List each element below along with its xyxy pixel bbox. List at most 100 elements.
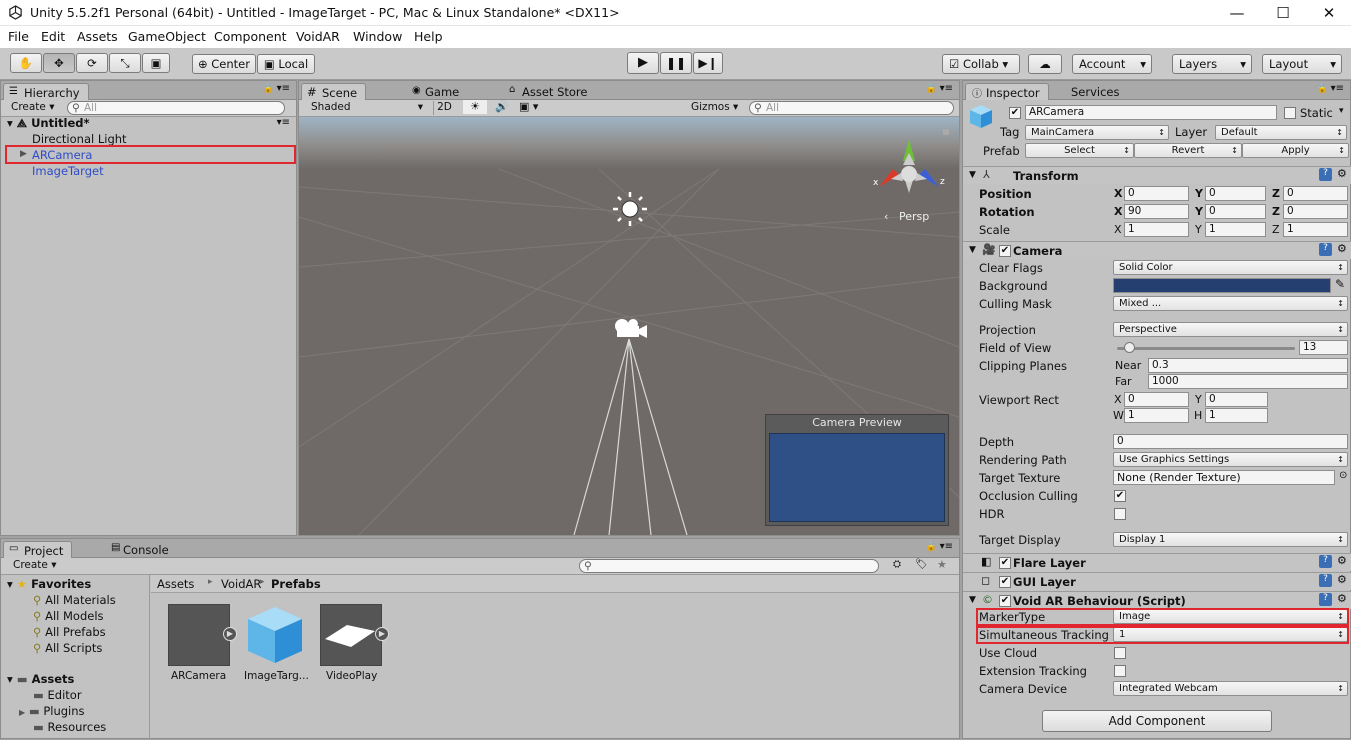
use-cloud-checkbox[interactable] [1114, 647, 1126, 659]
scale-z-input[interactable]: 1 [1283, 222, 1348, 237]
favorites-header[interactable]: ▾ ★ Favorites [7, 577, 91, 591]
position-y-input[interactable]: 0 [1205, 186, 1266, 201]
clear-flags-dropdown[interactable]: Solid Color [1113, 260, 1348, 275]
project-search-input[interactable]: ⚲ [579, 559, 879, 573]
voidar-enabled-checkbox[interactable]: ✔ [999, 595, 1011, 607]
favorite-item[interactable]: ⚲ All Models [33, 609, 104, 623]
hierarchy-search-input[interactable]: ⚲ All [67, 101, 285, 115]
background-color-swatch[interactable] [1113, 278, 1331, 293]
help-icon[interactable]: ? [1319, 574, 1332, 587]
scene-root[interactable]: ▾ ⟁ Untitled* [7, 116, 90, 131]
gear-icon[interactable]: ⚙ [1337, 242, 1347, 255]
gear-icon[interactable]: ⚙ [1337, 167, 1347, 180]
maximize-button[interactable]: ☐ [1260, 0, 1306, 26]
project-lock-icon[interactable]: 🔒 [926, 542, 937, 552]
position-x-input[interactable]: 0 [1124, 186, 1189, 201]
object-name-input[interactable]: ARCamera [1025, 105, 1277, 120]
scale-tool-icon[interactable]: ⤡ [109, 53, 141, 73]
transform-component-header[interactable]: ▼ ⅄ Transform ? ⚙ [963, 166, 1351, 184]
breadcrumb-assets[interactable]: Assets [157, 577, 194, 591]
gui-layer-header[interactable]: ◻ ✔ GUI Layer ? ⚙ [963, 572, 1351, 590]
scene-lock-icon[interactable]: 🔒 [926, 84, 937, 94]
pivot-center-button[interactable]: ⊕ Center [192, 54, 256, 74]
target-display-dropdown[interactable]: Display 1 [1113, 532, 1348, 547]
collab-dropdown[interactable]: ☑ Collab ▾ [942, 54, 1020, 74]
hierarchy-item-directional-light[interactable]: Directional Light [32, 132, 127, 146]
pivot-local-button[interactable]: ▣ Local [257, 54, 315, 74]
menu-edit[interactable]: Edit [41, 29, 65, 44]
gear-icon[interactable]: ⚙ [1337, 592, 1347, 605]
tab-inspector[interactable]: ⓘ Inspector [965, 83, 1049, 100]
favorite-item[interactable]: ⚲ All Scripts [33, 641, 102, 655]
viewport-y-input[interactable]: 0 [1205, 392, 1268, 407]
camera-device-dropdown[interactable]: Integrated Webcam [1113, 681, 1348, 696]
lighting-toggle-icon[interactable]: ☀ [463, 100, 487, 114]
filter-type-icon[interactable]: ⛭ [893, 559, 901, 570]
target-texture-field[interactable]: None (Render Texture) [1113, 470, 1335, 485]
tab-asset-store[interactable]: ⌂ Asset Store [502, 83, 596, 100]
favorite-item[interactable]: ⚲ All Prefabs [33, 625, 106, 639]
gui-layer-checkbox[interactable]: ✔ [999, 576, 1011, 588]
tab-hierarchy[interactable]: ☰ Hierarchy [3, 83, 89, 100]
play-button[interactable]: ▶ [627, 52, 659, 74]
flare-layer-checkbox[interactable]: ✔ [999, 557, 1011, 569]
scale-y-input[interactable]: 1 [1205, 222, 1266, 237]
scale-x-input[interactable]: 1 [1124, 222, 1189, 237]
gear-icon[interactable]: ⚙ [1337, 573, 1347, 586]
folder-item[interactable]: ▬ Resources [33, 720, 106, 734]
far-input[interactable]: 1000 [1148, 374, 1348, 389]
prefab-revert-button[interactable]: Revert [1134, 143, 1242, 158]
hierarchy-create-dropdown[interactable]: Create ▾ [11, 101, 55, 115]
help-icon[interactable]: ? [1319, 243, 1332, 256]
minimize-button[interactable]: — [1214, 0, 1260, 26]
cloud-icon[interactable]: ☁ [1028, 54, 1062, 74]
filter-label-icon[interactable]: 🏷 [915, 559, 928, 570]
camera-enabled-checkbox[interactable]: ✔ [999, 245, 1011, 257]
audio-toggle-icon[interactable]: 🔊 [491, 100, 513, 114]
gizmos-dropdown[interactable]: Gizmos ▾ [691, 101, 738, 115]
scene-menu-icon[interactable]: ▾≡ [277, 117, 290, 128]
menu-component[interactable]: Component [214, 29, 287, 44]
account-dropdown[interactable]: Account ▾ [1072, 54, 1152, 74]
tag-dropdown[interactable]: MainCamera [1025, 125, 1169, 140]
viewport-x-input[interactable]: 0 [1124, 392, 1189, 407]
rect-tool-icon[interactable]: ▣ [142, 53, 170, 73]
layers-dropdown[interactable]: Layers ▾ [1172, 54, 1252, 74]
tab-game[interactable]: ◉ Game [405, 83, 467, 100]
scene-search-input[interactable]: ⚲ All [749, 101, 954, 115]
help-icon[interactable]: ? [1319, 593, 1332, 606]
step-button[interactable]: ▶❙ [693, 52, 723, 74]
breadcrumb-prefabs[interactable]: Prefabs [271, 577, 321, 591]
camera-component-header[interactable]: ▼ 🎥 ✔ Camera ? ⚙ [963, 241, 1351, 259]
occlusion-culling-checkbox[interactable]: ✔ [1114, 490, 1126, 502]
fov-input[interactable]: 13 [1299, 340, 1348, 355]
menu-window[interactable]: Window [353, 29, 402, 44]
prefab-thumb-videoplay[interactable] [320, 604, 382, 666]
culling-mask-dropdown[interactable]: Mixed ... [1113, 296, 1348, 311]
close-button[interactable]: ✕ [1306, 0, 1351, 26]
favorite-star-icon[interactable]: ★ [937, 558, 947, 571]
move-tool-icon[interactable]: ✥ [43, 53, 75, 73]
pause-button[interactable]: ❚❚ [660, 52, 692, 74]
favorite-item[interactable]: ⚲ All Materials [33, 593, 116, 607]
prefab-cube-icon[interactable] [244, 601, 306, 667]
hdr-checkbox[interactable] [1114, 508, 1126, 520]
assets-header[interactable]: ▾ ▬ Assets [7, 672, 74, 686]
static-checkbox[interactable] [1284, 107, 1296, 119]
prefab-thumb-arcamera[interactable] [168, 604, 230, 666]
object-picker-icon[interactable]: ⊙ [1339, 470, 1347, 481]
near-input[interactable]: 0.3 [1148, 358, 1348, 373]
effects-dropdown-icon[interactable]: ▣ ▾ [519, 100, 549, 114]
help-icon[interactable]: ? [1319, 555, 1332, 568]
fov-slider-handle[interactable] [1124, 342, 1135, 353]
projection-dropdown[interactable]: Perspective [1113, 322, 1348, 337]
add-component-button[interactable]: Add Component [1042, 710, 1272, 732]
hierarchy-item-imagetarget[interactable]: ImageTarget [32, 164, 104, 178]
prefab-select-button[interactable]: Select [1025, 143, 1134, 158]
expand-prefab-icon[interactable]: ▶ [223, 627, 237, 641]
help-icon[interactable]: ? [1319, 168, 1332, 181]
mode-2d-toggle[interactable]: 2D [433, 101, 455, 115]
active-checkbox[interactable]: ✔ [1009, 107, 1021, 119]
inspector-lock-icon[interactable]: 🔒 [1317, 84, 1328, 94]
persp-label[interactable]: Persp [899, 210, 929, 223]
